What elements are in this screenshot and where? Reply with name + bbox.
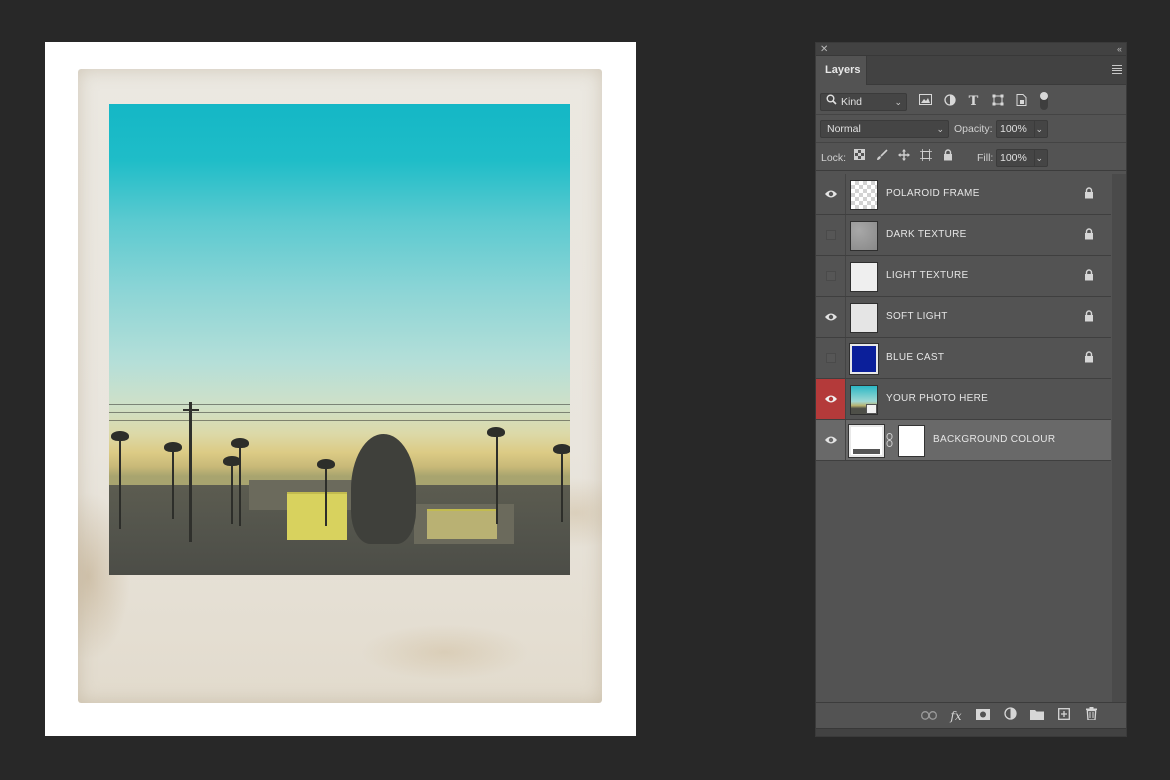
lock-icon: [1085, 269, 1093, 281]
pixel-layer-filter-icon[interactable]: [918, 93, 933, 109]
visibility-toggle[interactable]: [816, 379, 846, 419]
lock-label: Lock:: [821, 152, 847, 164]
filter-row: Kind ⌄ T: [816, 86, 1126, 115]
fill-value: 100%: [1000, 152, 1027, 164]
lock-icon: [1085, 187, 1093, 199]
layer-name[interactable]: BLUE CAST: [886, 352, 944, 363]
adjustment-icon: [853, 449, 880, 454]
layer-row[interactable]: POLAROID FRAME: [816, 174, 1111, 215]
blend-mode-value: Normal: [827, 123, 861, 135]
layer-name[interactable]: DARK TEXTURE: [886, 229, 967, 240]
panel-footer: fx: [816, 702, 1126, 728]
filter-toggle[interactable]: [1040, 92, 1048, 110]
kind-filter-dropdown[interactable]: Kind ⌄: [820, 93, 907, 111]
lock-row: Lock: Fill: 100% ⌄: [816, 143, 1126, 171]
filter-icons: T: [918, 93, 1029, 109]
adjustment-layer-icon[interactable]: [1001, 707, 1019, 725]
chevron-down-icon[interactable]: ⌄: [1035, 121, 1043, 137]
visibility-toggle[interactable]: [816, 338, 846, 378]
smart-object-icon: [866, 404, 877, 414]
layer-row[interactable]: DARK TEXTURE: [816, 215, 1111, 256]
opacity-label: Opacity:: [954, 123, 993, 135]
layer-name[interactable]: BACKGROUND COLOUR: [933, 434, 1055, 445]
folder-icon[interactable]: [1028, 707, 1046, 725]
type-layer-filter-icon[interactable]: T: [966, 94, 981, 109]
visibility-toggle[interactable]: [816, 174, 846, 214]
layer-name[interactable]: LIGHT TEXTURE: [886, 270, 968, 281]
layer-row[interactable]: BLUE CAST: [816, 338, 1111, 379]
lock-artboard-icon[interactable]: [918, 149, 933, 164]
lock-icon: [1085, 310, 1093, 322]
close-icon[interactable]: ✕: [820, 43, 828, 56]
lock-icon: [1085, 228, 1093, 240]
lock-position-icon[interactable]: [896, 149, 911, 164]
layers-list: POLAROID FRAME DARK TEXTURE LIGHT TEXTUR…: [816, 174, 1111, 704]
opacity-input[interactable]: 100% ⌄: [996, 120, 1048, 138]
layer-thumbnail: [850, 262, 878, 292]
layers-panel: ✕ ‹‹ Layers Kind ⌄ T Normal ⌄ Opacity: 1…: [815, 42, 1127, 737]
visibility-toggle[interactable]: [816, 256, 846, 296]
layer-mask-thumbnail[interactable]: [898, 425, 925, 457]
layers-scrollbar[interactable]: [1112, 174, 1126, 704]
sunset-photo: [109, 104, 570, 575]
add-mask-icon[interactable]: [974, 707, 992, 725]
layer-thumbnail: [850, 221, 878, 251]
kind-filter-label: Kind: [841, 96, 863, 108]
layer-thumbnail: [850, 385, 878, 415]
lock-icon: [1085, 351, 1093, 363]
eye-icon: [825, 313, 837, 321]
eye-icon: [825, 436, 837, 444]
visibility-toggle[interactable]: [816, 420, 846, 460]
lock-all-icon[interactable]: [940, 149, 955, 164]
shape-layer-filter-icon[interactable]: [990, 94, 1005, 109]
layer-thumbnail: [849, 343, 879, 375]
blend-mode-dropdown[interactable]: Normal ⌄: [820, 120, 949, 138]
lock-transparent-pixels-icon[interactable]: [852, 149, 867, 164]
layer-thumbnail: [850, 180, 878, 210]
chevron-down-icon: ⌄: [894, 97, 902, 107]
layer-name[interactable]: SOFT LIGHT: [886, 311, 948, 322]
trash-icon[interactable]: [1082, 707, 1100, 725]
panel-tabbar: Layers: [816, 56, 1126, 85]
smart-object-filter-icon[interactable]: [1014, 93, 1029, 109]
collapse-icon[interactable]: ‹‹: [1117, 43, 1122, 56]
fill-label: Fill:: [977, 152, 994, 164]
footer-icons: fx: [920, 707, 1100, 725]
polaroid-frame: [78, 69, 602, 703]
layer-name[interactable]: POLAROID FRAME: [886, 188, 980, 199]
panel-titlebar: ✕ ‹‹: [816, 43, 1126, 56]
chevron-down-icon: ⌄: [936, 124, 944, 134]
panel-menu-icon[interactable]: [1112, 65, 1122, 74]
lock-image-pixels-icon[interactable]: [874, 149, 889, 164]
tab-layers[interactable]: Layers: [816, 56, 867, 85]
link-layers-icon[interactable]: [920, 707, 938, 725]
layer-name[interactable]: YOUR PHOTO HERE: [886, 393, 988, 404]
layer-row[interactable]: YOUR PHOTO HERE: [816, 379, 1111, 420]
panel-resize-strip[interactable]: [816, 728, 1126, 736]
eye-icon: [825, 190, 837, 198]
layer-row[interactable]: SOFT LIGHT: [816, 297, 1111, 338]
visibility-toggle[interactable]: [816, 297, 846, 337]
fill-input[interactable]: 100% ⌄: [996, 149, 1048, 167]
layer-thumbnail: [850, 303, 878, 333]
adjustment-layer-filter-icon[interactable]: [942, 93, 957, 109]
layer-row[interactable]: BACKGROUND COLOUR: [816, 420, 1111, 461]
eye-icon: [825, 395, 837, 403]
visibility-toggle[interactable]: [816, 215, 846, 255]
search-icon: [826, 94, 837, 110]
fx-icon[interactable]: fx: [947, 707, 965, 725]
chain-link-icon[interactable]: [886, 433, 893, 450]
fill-layer-thumbnail: [848, 424, 885, 458]
layer-row[interactable]: LIGHT TEXTURE: [816, 256, 1111, 297]
document-canvas[interactable]: [45, 42, 636, 736]
blend-row: Normal ⌄ Opacity: 100% ⌄: [816, 115, 1126, 143]
lock-icons: [852, 149, 955, 164]
opacity-value: 100%: [1000, 123, 1027, 135]
new-layer-icon[interactable]: [1055, 707, 1073, 725]
chevron-down-icon[interactable]: ⌄: [1035, 150, 1043, 166]
